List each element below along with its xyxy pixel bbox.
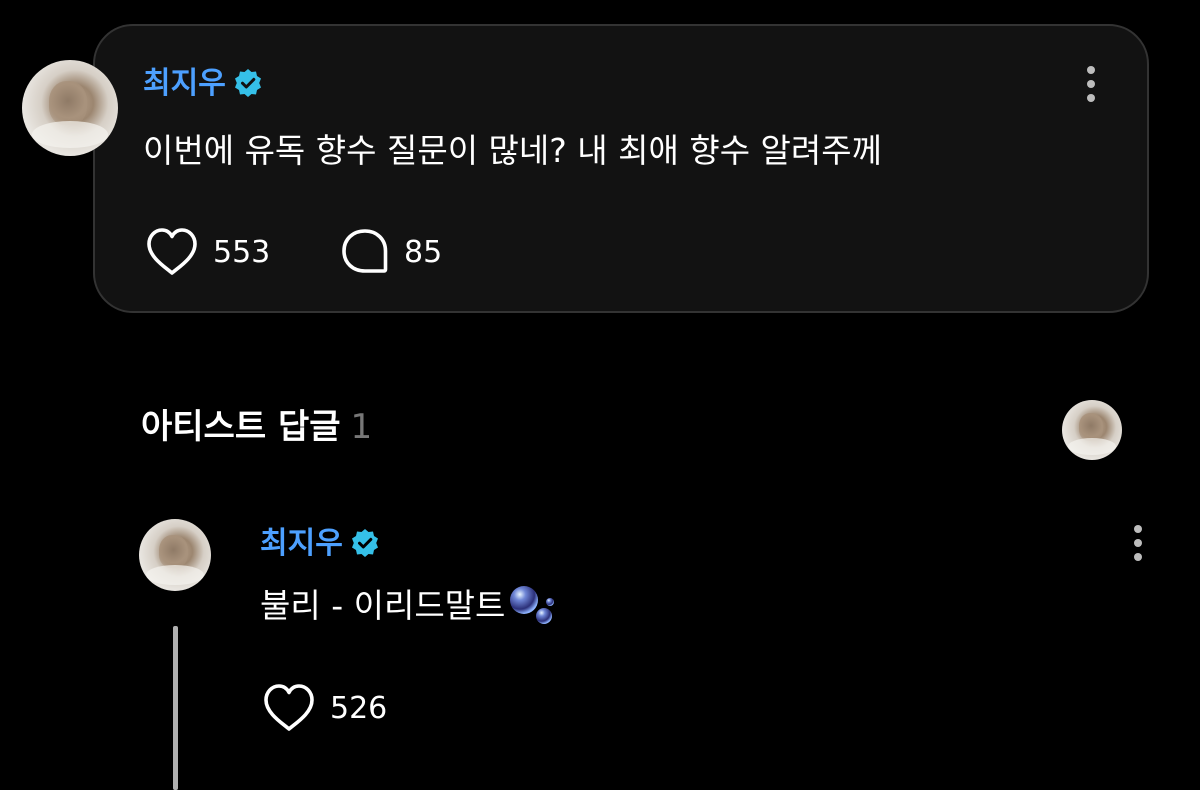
current-user-avatar[interactable] <box>1062 400 1122 460</box>
heart-icon <box>264 684 314 731</box>
post-more-options-icon[interactable] <box>1081 64 1101 104</box>
post-comment-button[interactable]: 85 <box>340 227 442 277</box>
post-comment-count: 85 <box>404 234 443 270</box>
heart-icon <box>147 228 197 275</box>
post-author-name[interactable]: 최지우 <box>143 66 264 101</box>
post-author-name-text: 최지우 <box>143 66 226 101</box>
reply-text-content: 불리 - 이리드말트 <box>260 586 506 625</box>
reply-text: 불리 - 이리드말트 <box>260 585 559 626</box>
post-author-avatar[interactable] <box>22 60 118 156</box>
post-card: 최지우 이번에 유독 향수 질문이 많네? 내 최애 향수 알려주께 553 8… <box>22 24 1149 313</box>
post-text: 이번에 유독 향수 질문이 많네? 내 최애 향수 알려주께 <box>143 131 882 170</box>
verified-badge-icon <box>351 528 378 557</box>
artist-replies-title: 아티스트 답글 <box>141 407 341 447</box>
artist-replies-header: 아티스트 답글 1 <box>141 410 372 444</box>
speech-bubble-icon <box>342 229 388 273</box>
post-like-button[interactable]: 553 <box>145 227 270 277</box>
artist-replies-count: 1 <box>350 407 373 447</box>
reply-thread-line <box>173 626 178 790</box>
verified-badge-icon <box>234 68 261 97</box>
reply-author-name-text: 최지우 <box>260 526 343 561</box>
reply-author-avatar[interactable] <box>139 519 211 591</box>
reply-like-count: 526 <box>330 690 388 726</box>
reply-like-button[interactable]: 526 <box>262 683 387 733</box>
app-screen: 최지우 이번에 유독 향수 질문이 많네? 내 최애 향수 알려주께 553 8… <box>0 0 1200 790</box>
post-like-count: 553 <box>213 234 271 270</box>
reply-more-options-icon[interactable] <box>1128 523 1148 563</box>
reply-author-name[interactable]: 최지우 <box>260 526 381 561</box>
bubbles-emoji <box>510 585 555 624</box>
